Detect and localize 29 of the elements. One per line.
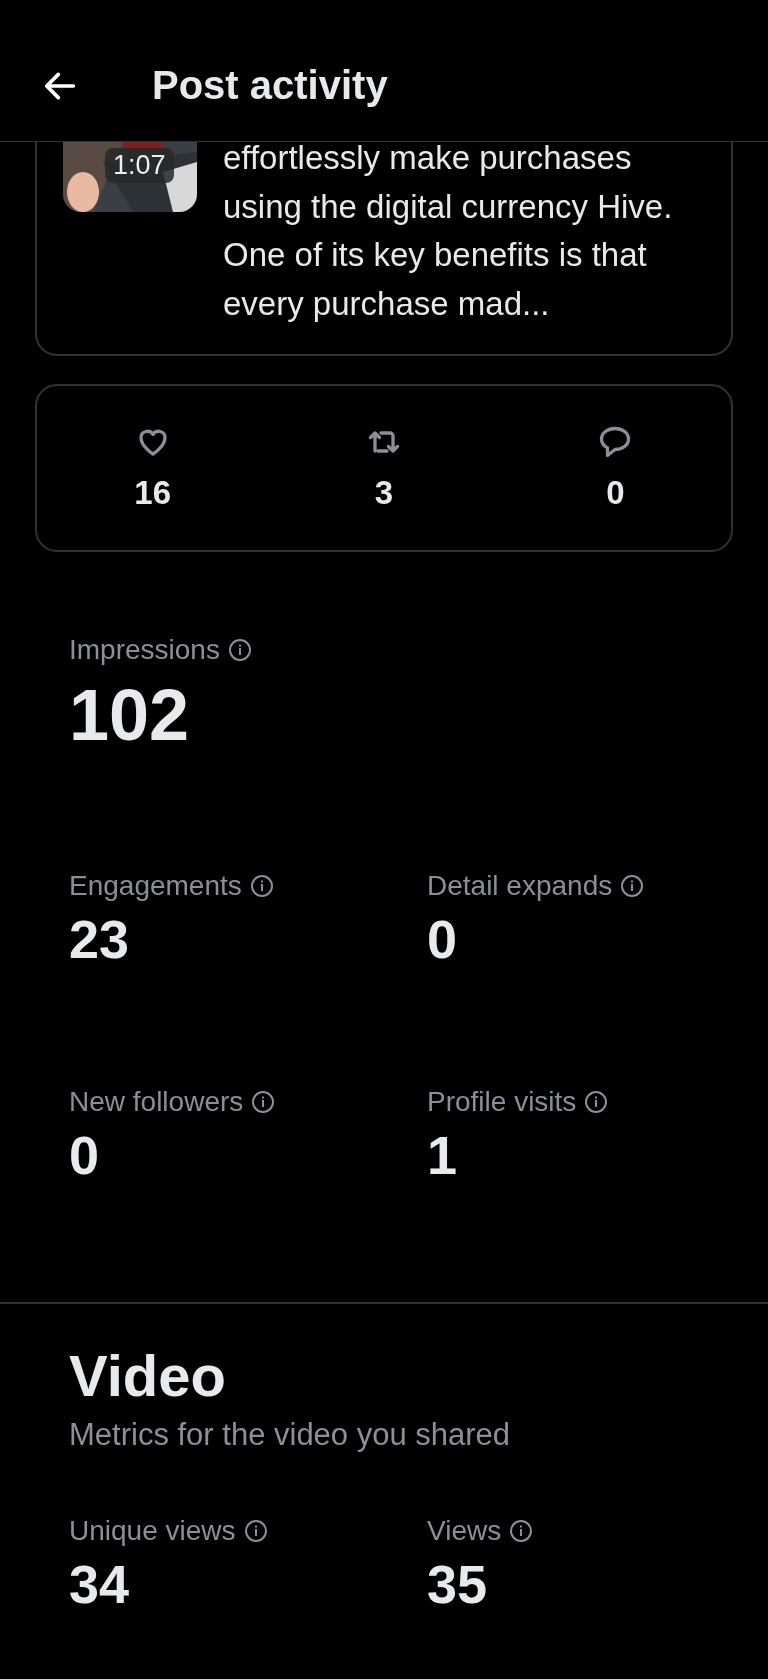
metric-label: Impressions	[69, 634, 220, 666]
metric-label: Views	[427, 1515, 502, 1547]
metric-value: 35	[427, 1553, 489, 1615]
info-icon[interactable]	[249, 874, 274, 898]
section-title: Video	[69, 1342, 227, 1409]
metric-label: Engagements	[69, 870, 242, 902]
info-icon[interactable]	[227, 638, 252, 662]
engagement-count: 16	[134, 474, 171, 512]
page-title: Post activity	[152, 63, 388, 108]
metric-label: Unique views	[69, 1515, 236, 1547]
metric-value: 23	[69, 908, 131, 970]
metric-label: Profile visits	[427, 1086, 577, 1118]
video-duration: 1:07	[105, 148, 174, 183]
info-icon[interactable]	[584, 1090, 609, 1114]
info-icon[interactable]	[509, 1519, 534, 1543]
engagement-count: 3	[374, 474, 394, 512]
metric-label: New followers	[69, 1086, 244, 1118]
metric-label: Detail expands	[427, 870, 613, 902]
post-card[interactable]: 1:07 effortlessly make purchases using the digital currency Hive. One of its key benefits is that every purchase mad...	[35, 142, 733, 356]
info-icon[interactable]	[243, 1519, 268, 1543]
info-icon[interactable]	[251, 1090, 276, 1114]
metric-value: 0	[69, 1124, 101, 1186]
metric-value: 1	[427, 1124, 459, 1186]
section-subtitle: Metrics for the video you shared	[69, 1417, 512, 1453]
metric-value: 0	[427, 908, 459, 970]
info-icon[interactable]	[620, 874, 645, 898]
metric-value: 102	[69, 674, 191, 756]
engagement-count: 0	[606, 474, 625, 512]
metric-value: 34	[69, 1553, 131, 1615]
